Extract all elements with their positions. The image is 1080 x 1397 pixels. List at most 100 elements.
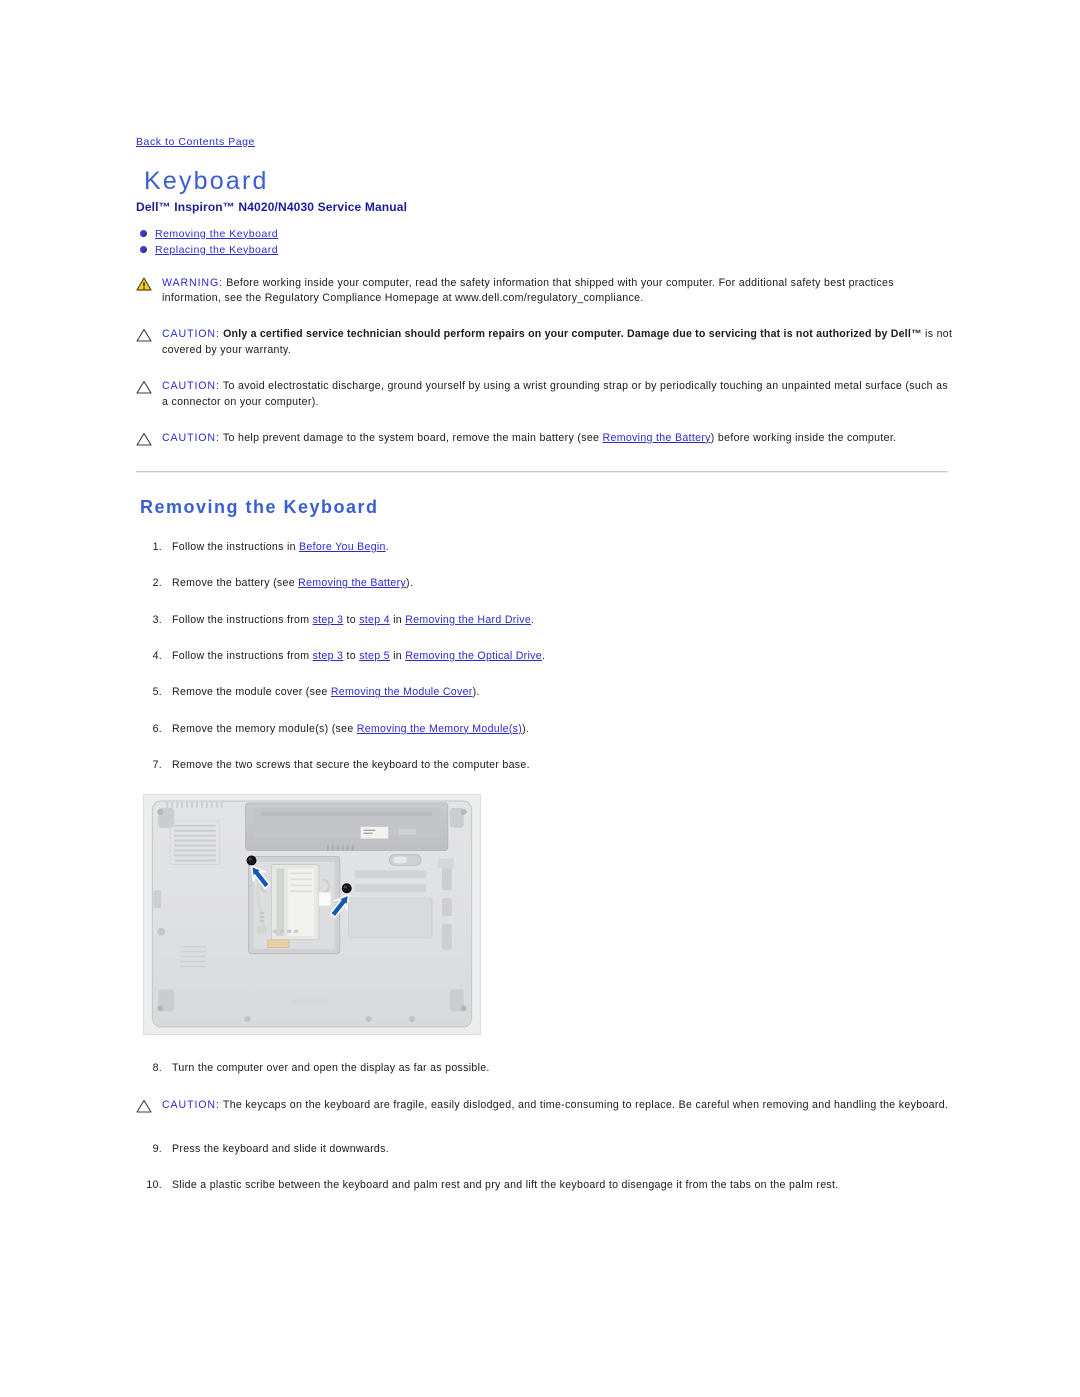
list-item: 9. Press the keyboard and slide it downw… <box>136 1142 954 1157</box>
back-to-contents-link[interactable]: Back to Contents Page <box>136 136 255 148</box>
toc-link-removing-the-keyboard[interactable]: Removing the Keyboard <box>155 228 278 240</box>
inline-link[interactable]: step 4 <box>359 614 390 626</box>
laptop-bottom-illustration <box>144 795 480 1035</box>
warning-label: WARNING: <box>162 276 223 289</box>
caution-body: To avoid electrostatic discharge, ground… <box>162 380 948 408</box>
caution-admonition-technician: CAUTION: Only a certified service techni… <box>136 327 954 359</box>
section-divider <box>136 470 948 473</box>
bullet-icon <box>140 246 147 253</box>
toc-link-replacing-the-keyboard[interactable]: Replacing the Keyboard <box>155 244 278 256</box>
bullet-icon <box>140 230 147 237</box>
inline-text: Remove the battery (see <box>172 577 299 590</box>
inline-text: ). <box>406 577 414 590</box>
inline-text: Follow the instructions in <box>172 540 300 553</box>
caution-admonition-keycaps: CAUTION: The keycaps on the keyboard are… <box>136 1098 954 1118</box>
step-text: Follow the instructions from step 3 to s… <box>172 613 534 628</box>
inline-text: to <box>343 649 360 662</box>
caution-label: CAUTION: <box>162 1098 220 1111</box>
list-item: 6. Remove the memory module(s) (see Remo… <box>136 722 954 737</box>
step-number: 10. <box>146 1179 162 1192</box>
section-heading: Removing the Keyboard <box>140 496 379 517</box>
step-text: Follow the instructions from step 3 to s… <box>172 649 545 664</box>
inline-text: Turn the computer over and open the disp… <box>172 1062 490 1075</box>
caution-body: The keycaps on the keyboard are fragile,… <box>219 1098 949 1111</box>
caution-admonition-battery: CAUTION: To help prevent damage to the s… <box>136 431 954 451</box>
inline-link[interactable]: step 3 <box>313 650 344 662</box>
list-item[interactable]: Removing the Keyboard <box>140 228 954 240</box>
caution-lead: To help prevent damage to the system boa… <box>219 431 603 444</box>
laptop-bottom-figure <box>143 794 481 1036</box>
inline-text: Follow the instructions from <box>172 613 313 626</box>
inline-text: ). <box>522 722 530 735</box>
warning-admonition: WARNING: Before working inside your comp… <box>136 276 954 308</box>
caution-text: CAUTION: The keycaps on the keyboard are… <box>162 1098 948 1118</box>
step-text: Remove the two screws that secure the ke… <box>172 758 530 773</box>
caution-text: CAUTION: To avoid electrostatic discharg… <box>162 379 954 411</box>
warning-triangle-icon <box>136 276 162 308</box>
inline-text: Remove the memory module(s) (see <box>172 722 357 735</box>
caution-admonition-esd: CAUTION: To avoid electrostatic discharg… <box>136 379 954 411</box>
final-steps-list: 9. Press the keyboard and slide it downw… <box>136 1142 954 1194</box>
caution-bold-body: Only a certified service technician shou… <box>223 328 922 341</box>
inline-link[interactable]: Removing the Battery <box>298 577 406 589</box>
caution-triangle-icon <box>136 1098 162 1118</box>
warning-body: Before working inside your computer, rea… <box>162 276 894 305</box>
inline-text: Remove the module cover (see <box>172 686 331 699</box>
caution-text: CAUTION: To help prevent damage to the s… <box>162 431 896 451</box>
inline-link[interactable]: Removing the Module Cover <box>331 686 473 698</box>
inline-link[interactable]: Removing the Hard Drive <box>405 614 531 626</box>
list-item: 3. Follow the instructions from step 3 t… <box>136 613 954 628</box>
list-item: 7. Remove the two screws that secure the… <box>136 758 954 773</box>
inline-text: . <box>385 540 389 553</box>
list-item: 4. Follow the instructions from step 3 t… <box>136 649 954 664</box>
inline-text: in <box>389 649 406 662</box>
step-text: Remove the memory module(s) (see Removin… <box>172 722 529 737</box>
inline-text: ). <box>472 686 480 699</box>
inline-link[interactable]: Removing the Memory Module(s) <box>357 723 522 735</box>
step-number: 6. <box>152 722 162 735</box>
caution-label: CAUTION: <box>162 328 220 341</box>
step-text: Remove the module cover (see Removing th… <box>172 685 480 700</box>
document-page: Back to Contents Page Keyboard Dell™ Ins… <box>136 132 954 1214</box>
removal-steps-list: 1. Follow the instructions in Before You… <box>136 540 954 774</box>
caution-tail: ) before working inside the computer. <box>710 431 897 444</box>
inline-text: Remove the two screws that secure the ke… <box>172 759 530 771</box>
list-item: 2. Remove the battery (see Removing the … <box>136 576 954 591</box>
caution-text: CAUTION: Only a certified service techni… <box>162 327 954 359</box>
inline-text: Slide a plastic scribe between the keybo… <box>172 1179 839 1192</box>
removing-the-battery-link[interactable]: Removing the Battery <box>603 432 711 444</box>
caution-triangle-icon <box>136 379 162 411</box>
inline-link[interactable]: step 5 <box>359 650 390 662</box>
step-number: 4. <box>152 649 162 662</box>
step-number: 1. <box>152 540 162 553</box>
inline-text: Press the keyboard and slide it downward… <box>172 1142 389 1155</box>
page-subtitle: Dell™ Inspiron™ N4020/N4030 Service Manu… <box>136 199 408 214</box>
list-item[interactable]: Replacing the Keyboard <box>140 244 954 256</box>
step-number: 8. <box>152 1062 162 1075</box>
list-item: 10. Slide a plastic scribe between the k… <box>136 1178 954 1193</box>
inline-text: Follow the instructions from <box>172 649 313 662</box>
inline-text: . <box>541 649 546 662</box>
step-text: Turn the computer over and open the disp… <box>172 1061 490 1076</box>
caution-label: CAUTION: <box>162 431 220 444</box>
inline-text: . <box>531 613 535 626</box>
inline-text: in <box>389 613 406 626</box>
list-item: 8. Turn the computer over and open the d… <box>136 1061 954 1076</box>
list-item: 5. Remove the module cover (see Removing… <box>136 685 954 700</box>
inline-text: to <box>343 613 360 626</box>
inline-link[interactable]: step 3 <box>313 614 344 626</box>
warning-text: WARNING: Before working inside your comp… <box>162 276 954 308</box>
table-of-contents: Removing the Keyboard Replacing the Keyb… <box>140 228 954 256</box>
list-item: 1. Follow the instructions in Before You… <box>136 540 954 555</box>
step-text: Slide a plastic scribe between the keybo… <box>172 1178 838 1193</box>
step-number: 3. <box>152 613 162 626</box>
step-number: 9. <box>152 1142 162 1155</box>
step-text: Press the keyboard and slide it downward… <box>172 1142 389 1157</box>
caution-triangle-icon <box>136 327 162 359</box>
inline-link[interactable]: Before You Begin <box>299 541 386 553</box>
caution-triangle-icon <box>136 431 162 451</box>
caution-label: CAUTION: <box>162 380 220 393</box>
inline-link[interactable]: Removing the Optical Drive <box>405 650 542 662</box>
step-number: 2. <box>152 577 162 590</box>
step-number: 7. <box>152 759 162 771</box>
